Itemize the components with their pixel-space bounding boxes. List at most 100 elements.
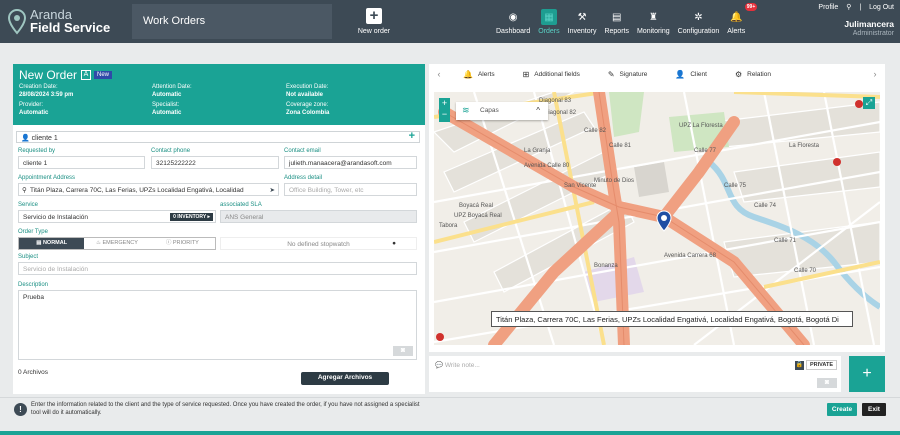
new-order-button[interactable]: + New order [352,4,396,40]
contact-phone-input[interactable]: 32125222222 [151,156,279,169]
new-order-label: New order [357,28,391,35]
tab-signature[interactable]: ✎ Signature [594,70,662,79]
service-label: Service [18,202,39,208]
service-input[interactable]: Servicio de Instalación 0 INVENTORY ▸ [18,210,216,223]
info-icon: ! [14,403,27,416]
note-box[interactable]: 💬 Write note... 🔒 PRIVATE ◙ [429,356,841,392]
navigate-arrow-icon[interactable]: ➤ [270,186,275,194]
gear-icon: ✲ [694,11,703,23]
map-label: Bonanza [594,263,618,269]
user-role: Administrator [852,30,894,37]
map-label: UPZ Boyacá Real [454,213,502,219]
private-toggle[interactable]: 🔒 PRIVATE [794,360,837,370]
subject-input[interactable]: Servicio de Instalación [18,262,417,275]
note-input[interactable]: 💬 Write note... [435,361,480,369]
tabs-next-icon[interactable]: › [865,69,885,79]
order-type-emergency[interactable]: ♨ EMERGENCY [84,238,149,249]
hospital-icon[interactable] [436,333,444,341]
map-view[interactable]: Diagonal 83 Diagonal 82 Calle 82 Calle 81 Mi… [434,92,880,345]
nav-item-monitoring[interactable]: ♜ Monitoring [633,6,674,38]
pen-icon: ✎ [607,69,615,79]
layers-icon: ≋ [462,105,470,115]
nav-item-inventory[interactable]: ⚒ Inventory [564,6,601,38]
map-label: Calle 74 [754,203,777,209]
address-detail-input[interactable]: Office Building, Tower, etc [284,183,417,196]
execution-date: Execution Date: Not available [286,84,328,99]
priority-icon: ⓘ [165,240,173,246]
camera-icon[interactable]: ◙ [393,346,413,356]
plus-icon: + [366,8,382,24]
nav-item-reports[interactable]: ▤ Reports [600,6,633,38]
client-name: cliente 1 [31,135,58,142]
map-label: Tabora [439,223,458,229]
exit-button[interactable]: Exit [862,403,886,416]
tabs-prev-icon[interactable]: ‹ [429,69,449,79]
provider: Provider: Automatic [19,102,48,117]
nav-label: Monitoring [636,28,670,35]
order-type-priority[interactable]: ⓘ PRIORITY [150,238,215,249]
order-type-normal[interactable]: ▤ NORMAL [19,238,85,249]
add-client-icon[interactable]: + [409,130,415,142]
requested-by-input[interactable]: cliente 1 [18,156,145,169]
nav-label: Reports [604,28,629,35]
order-header: New Order A New Creation Date: 28/08/2024… [13,64,425,125]
tab-client[interactable]: 👤 Client [661,70,721,79]
nav-item-dashboard[interactable]: ◉ Dashboard [492,6,534,38]
tab-relation[interactable]: ⚙ Relation [721,70,785,79]
contact-email-input[interactable]: julieth.manaacera@arandasoft.com [284,156,417,169]
camera-icon[interactable]: ◙ [817,378,837,388]
details-panel: ‹ 🔔 Alerts ⊞ Additional fields ✎ Signature 👤 Cl… [429,64,885,352]
nav-label: Orders [538,28,560,35]
map-label: Calle 77 [694,148,717,154]
coverage-value: Zona Colombia [286,109,330,116]
tab-label: Alerts [477,70,495,78]
subject-label: Subject [18,254,39,260]
map-park [609,92,644,137]
logout-link[interactable]: | Log Out [859,4,894,11]
hospital-icon[interactable] [833,158,841,166]
provider-value: Automatic [19,109,49,116]
calendar-icon: ▦ [540,9,557,25]
tab-additional-fields[interactable]: ⊞ Additional fields [509,70,594,79]
add-files-button[interactable]: Agregar Archivos [301,372,389,385]
create-button[interactable]: Create [827,403,857,416]
profile-link[interactable]: Profile [818,4,838,11]
description-value: Prueba [23,294,44,301]
user-icon: ⚲ [846,4,852,11]
add-note-button[interactable]: + [849,356,885,392]
tab-alerts[interactable]: 🔔 Alerts [449,70,509,79]
zoom-in-button[interactable]: + [439,98,450,109]
main-nav: ◉ Dashboard ▦ Orders ⚒ Inventory ▤ Reports ♜ Moni… [492,3,758,38]
attention-date: Attention Date: Automatic [152,84,192,99]
hospital-icon[interactable] [855,100,863,108]
document-icon: ▤ [36,240,43,246]
client-selector[interactable]: 👤 cliente 1 + [16,130,420,143]
nav-item-alerts[interactable]: 🔔 99+ Alerts [723,3,758,38]
inventory-button[interactable]: 0 INVENTORY ▸ [170,213,213,221]
module-title[interactable]: Work Orders [132,4,332,39]
appointment-address-value: Titán Plaza, Carrera 70C, Las Ferias, UP… [30,187,244,194]
specialist-value: Automatic [152,109,182,116]
map-label: Boyacá Real [459,203,493,209]
layers-dropdown[interactable]: ≋ Capas ^ [456,102,548,120]
sla-label: associated SLA [220,202,262,208]
zoom-controls: + − [439,98,450,122]
zoom-out-button[interactable]: − [439,109,450,120]
nav-label: Alerts [727,28,746,35]
expand-map-icon[interactable]: ⤢ [863,97,875,109]
location-marker-icon[interactable] [656,210,672,232]
user-name: Julimancera [844,19,894,29]
nav-item-configuration[interactable]: ✲ Configuration [674,6,724,38]
order-type-emergency-label: EMERGENCY [102,240,138,246]
brand-logo[interactable]: Aranda Field Service [8,8,110,35]
map-label: San Vicente [564,183,597,189]
description-textarea[interactable]: Prueba ◙ [18,290,417,360]
map-urban [634,162,669,197]
order-type-label: Order Type [18,229,48,235]
footer-info: Enter the information related to the cli… [31,402,420,416]
appointment-address-input[interactable]: ⚲ Titán Plaza, Carrera 70C, Las Ferias, … [18,183,279,196]
info-icon[interactable]: ● [392,240,396,247]
creation-date: Creation Date: 28/08/2024 3:59 pm [19,84,73,99]
requested-by-label: Requested by [18,148,56,154]
nav-item-orders[interactable]: ▦ Orders [534,6,563,38]
